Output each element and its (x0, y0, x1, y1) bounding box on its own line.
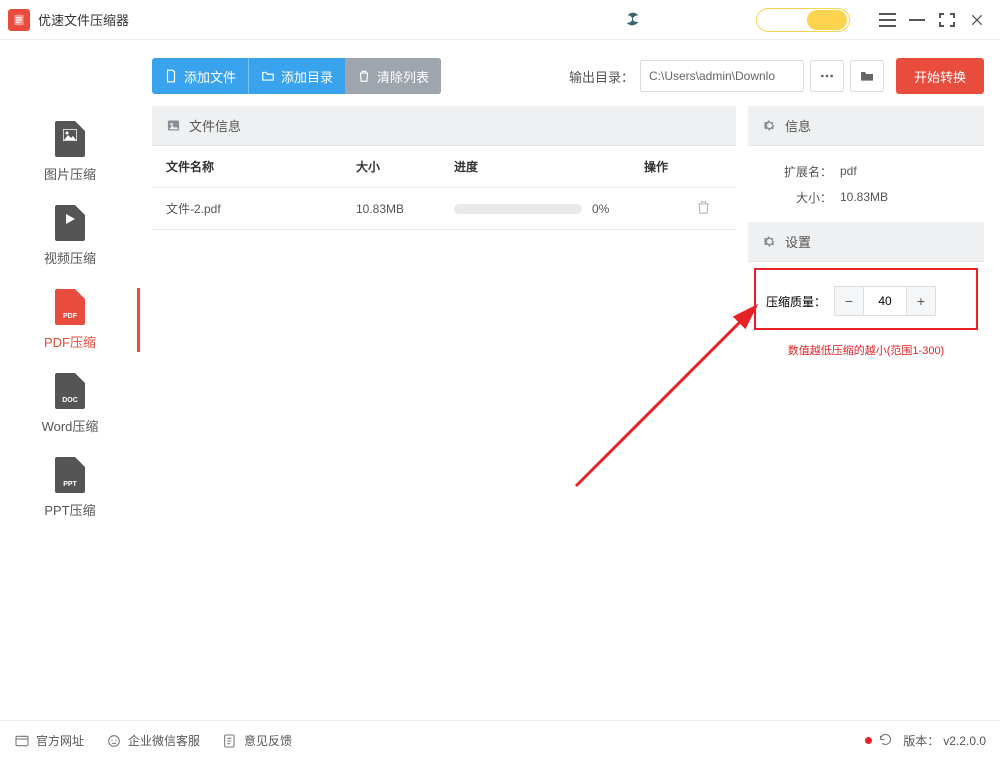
sidebar-item-label: PDF压缩 (44, 332, 96, 351)
sidebar-item-ppt[interactable]: PPT PPT压缩 (0, 446, 140, 530)
quality-hint: 数值越低压缩的越小(范围1-300) (748, 342, 984, 358)
start-convert-button[interactable]: 开始转换 (896, 58, 984, 94)
clear-list-label: 清除列表 (377, 67, 429, 86)
output-dir-input[interactable] (640, 60, 804, 92)
table-row: 文件-2.pdf 10.83MB 0% (152, 188, 736, 230)
sidebar-item-label: PPT压缩 (44, 500, 95, 519)
col-name-header: 文件名称 (166, 158, 356, 175)
gear-icon (762, 118, 777, 133)
file-add-icon (164, 69, 178, 83)
progress-bar (454, 204, 582, 214)
app-title: 优速文件压缩器 (38, 10, 129, 29)
quality-plus-button[interactable]: + (906, 286, 936, 316)
clear-list-button[interactable]: 清除列表 (345, 58, 441, 94)
add-folder-button[interactable]: 添加目录 (248, 58, 345, 94)
quality-minus-button[interactable]: − (834, 286, 864, 316)
delete-row-button[interactable] (695, 199, 712, 219)
file-name-cell: 文件-2.pdf (166, 200, 356, 217)
pdf-badge: PDF (63, 313, 77, 320)
add-folder-label: 添加目录 (281, 67, 333, 86)
gear-icon (762, 234, 777, 249)
promo-s-icon (620, 7, 646, 33)
sidebar-item-label: 视频压缩 (44, 248, 96, 267)
menu-button[interactable] (872, 5, 902, 35)
play-icon (64, 213, 76, 225)
file-size-cell: 10.83MB (356, 202, 454, 216)
app-logo-icon (8, 9, 30, 31)
start-convert-label: 开始转换 (914, 67, 966, 86)
file-panel: 文件信息 文件名称 大小 进度 操作 文件-2.pdf 10.83MB 0% (152, 106, 736, 720)
update-indicator-icon (865, 737, 872, 744)
promo-pill[interactable] (756, 8, 850, 32)
sidebar-item-label: 图片压缩 (44, 164, 96, 183)
version-label: 版本： (903, 732, 939, 749)
sidebar-item-label: Word压缩 (42, 416, 99, 435)
open-folder-button[interactable] (850, 60, 884, 92)
footer: 官方网址 企业微信客服 意见反馈 版本： v2.2.0.0 (0, 720, 1000, 760)
settings-panel-title: 设置 (785, 232, 811, 251)
sidebar-item-video[interactable]: 视频压缩 (0, 194, 140, 278)
official-site-link[interactable]: 官方网址 (14, 732, 84, 749)
size-value: 10.83MB (840, 190, 888, 204)
col-progress-header: 进度 (454, 158, 644, 175)
info-panel-header: 信息 (748, 106, 984, 146)
add-file-button[interactable]: 添加文件 (152, 58, 248, 94)
quality-input[interactable] (864, 286, 906, 316)
support-icon (106, 733, 122, 749)
picture-icon (166, 118, 181, 133)
add-file-label: 添加文件 (184, 67, 236, 86)
sidebar-item-pdf[interactable]: PDF PDF压缩 (0, 278, 140, 362)
file-panel-header: 文件信息 (152, 106, 736, 146)
feedback-icon (222, 733, 238, 749)
output-dir-label: 输出目录： (569, 67, 634, 86)
minimize-button[interactable] (902, 5, 932, 35)
sidebar: 图片压缩 视频压缩 PDF PDF压缩 DOC Word压缩 PPT PPT压缩 (0, 40, 140, 720)
ext-label: 扩展名： (762, 163, 832, 180)
settings-highlight: 压缩质量： − + (754, 268, 978, 330)
support-label: 企业微信客服 (128, 732, 200, 749)
quality-stepper: − + (834, 286, 936, 316)
image-icon (63, 129, 77, 141)
version-value: v2.2.0.0 (943, 734, 986, 748)
quality-label: 压缩质量： (766, 293, 826, 310)
file-panel-title: 文件信息 (189, 116, 241, 135)
ext-value: pdf (840, 164, 857, 178)
folder-add-icon (261, 69, 275, 83)
maximize-button[interactable] (932, 5, 962, 35)
ppt-badge: PPT (63, 481, 77, 488)
info-body: 扩展名： pdf 大小： 10.83MB (748, 146, 984, 222)
feedback-label: 意见反馈 (244, 732, 292, 749)
file-progress-cell: 0% (454, 202, 644, 216)
sidebar-item-image[interactable]: 图片压缩 (0, 110, 140, 194)
content: 添加文件 添加目录 清除列表 输出目录： 开始转换 (140, 40, 1000, 720)
support-link[interactable]: 企业微信客服 (106, 732, 200, 749)
file-table-header: 文件名称 大小 进度 操作 (152, 146, 736, 188)
quality-row: 压缩质量： − + (766, 286, 966, 316)
feedback-link[interactable]: 意见反馈 (222, 732, 292, 749)
settings-panel-header: 设置 (748, 222, 984, 262)
col-size-header: 大小 (356, 158, 454, 175)
col-action-header: 操作 (644, 158, 722, 175)
refresh-button[interactable] (878, 732, 893, 750)
titlebar: 优速文件压缩器 (0, 0, 1000, 40)
doc-badge: DOC (62, 397, 78, 404)
browse-button[interactable] (810, 60, 844, 92)
website-icon (14, 733, 30, 749)
size-label: 大小： (762, 189, 832, 206)
close-button[interactable] (962, 5, 992, 35)
toolbar: 添加文件 添加目录 清除列表 输出目录： 开始转换 (152, 56, 984, 96)
progress-text: 0% (592, 202, 609, 216)
official-site-label: 官方网址 (36, 732, 84, 749)
side-panel: 信息 扩展名： pdf 大小： 10.83MB 设置 压缩质量： − (748, 106, 984, 720)
info-panel-title: 信息 (785, 116, 811, 135)
trash-icon (357, 69, 371, 83)
sidebar-item-word[interactable]: DOC Word压缩 (0, 362, 140, 446)
